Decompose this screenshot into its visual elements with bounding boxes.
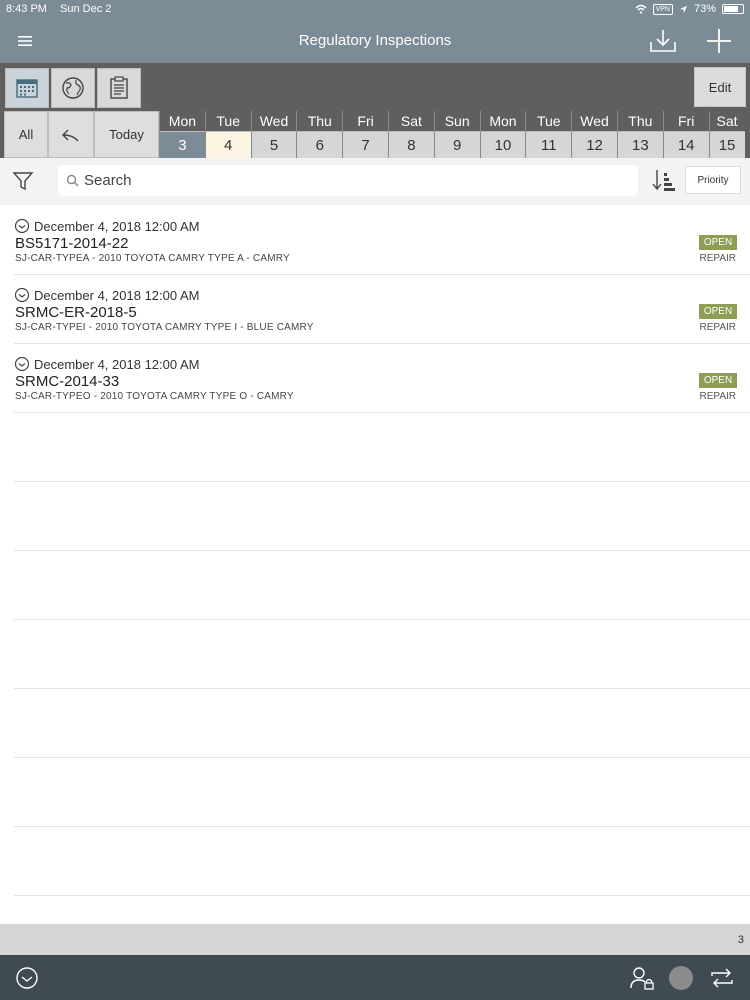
list-view-button[interactable] [97,68,141,108]
day-cell[interactable]: Mon 10 [479,111,526,158]
back-button[interactable] [48,111,94,158]
filter-icon [12,172,34,191]
day-cell[interactable]: Thu 6 [296,111,343,158]
list-item[interactable]: December 4, 2018 12:00 AM BS5171-2014-22… [14,206,750,275]
plus-icon [707,29,731,53]
empty-row [14,482,750,551]
user-lock-icon [630,967,654,990]
add-inspection-button[interactable] [702,26,736,56]
inspection-description: SJ-CAR-TYPEI - 2010 TOYOTA CAMRY TYPE I … [15,322,314,333]
sync-button[interactable] [708,964,736,992]
empty-row [14,689,750,758]
search-placeholder: Search [84,172,132,189]
day-cell[interactable]: Tue 4 [204,111,251,158]
day-picker: Mon 3 Tue 4 Wed 5 Thu 6 Fri 7 Sat 8 Sun 9 Mon 10… [159,111,745,158]
status-bar: 8:43 PM Sun Dec 2 VPN 73% [0,0,750,20]
battery-percent: 73% [693,3,716,15]
inspection-list: December 4, 2018 12:00 AM BS5171-2014-22… [0,206,750,896]
count-bar: 3 [0,924,750,955]
clock-icon [16,967,38,989]
filter-button[interactable] [12,170,34,197]
list-item[interactable]: December 4, 2018 12:00 AM SRMC-2014-33 S… [14,344,750,413]
day-cell[interactable]: Mon 3 [159,111,205,158]
calendar-view-button[interactable] [5,68,49,108]
edit-button[interactable]: Edit [694,67,746,107]
battery-icon [722,4,744,14]
inspection-type: REPAIR [699,391,737,402]
status-time: 8:43 PM [6,3,47,15]
sort-descending-icon [652,170,675,191]
empty-row [14,827,750,896]
day-cell[interactable]: Sat 8 [387,111,434,158]
record-count: 3 [737,934,744,946]
back-arrow-icon [62,129,79,141]
status-badge: OPEN [699,235,737,250]
schedule-button[interactable] [13,964,41,992]
day-cell[interactable]: Fri 7 [342,111,388,158]
all-dates-button[interactable]: All [4,111,48,158]
search-input[interactable]: Search [58,165,638,196]
status-date: Sun Dec 2 [60,3,112,15]
view-toolbar: Edit [0,63,750,111]
list-item[interactable]: December 4, 2018 12:00 AM SRMC-ER-2018-5… [14,275,750,344]
sync-icon [711,968,733,988]
day-cell[interactable]: Wed 12 [571,111,617,158]
calendar-icon [16,79,38,98]
page-title: Regulatory Inspections [298,32,452,49]
status-badge: OPEN [699,304,737,319]
clipboard-icon [110,76,128,99]
today-button[interactable]: Today [94,111,159,158]
bottom-toolbar [0,955,750,1000]
day-cell[interactable]: Wed 5 [250,111,297,158]
globe-icon [62,77,84,99]
day-cell[interactable]: Fri 14 [662,111,709,158]
inspection-date: December 4, 2018 12:00 AM [34,218,200,234]
search-bar: Search Priority [0,158,750,205]
sort-direction-button[interactable] [652,168,678,197]
inspection-type: REPAIR [699,322,737,333]
inspection-id: SRMC-ER-2018-5 [15,304,137,321]
inspection-id: SRMC-2014-33 [15,373,120,390]
clock-icon [14,218,30,234]
inspection-date: December 4, 2018 12:00 AM [34,287,200,303]
inspection-id: BS5171-2014-22 [15,235,129,252]
inspection-description: SJ-CAR-TYPEA - 2010 TOYOTA CAMRY TYPE A … [15,253,290,264]
sort-field-button[interactable]: Priority [685,166,741,194]
wifi-icon [635,4,647,14]
clock-icon [14,356,30,372]
avatar[interactable] [669,966,693,990]
date-strip: All Today Mon 3 Tue 4 Wed 5 Thu 6 Fri 7 Sat 8 … [0,111,750,158]
day-cell[interactable]: Sat 15 [708,111,745,158]
empty-row [14,758,750,827]
empty-row [14,620,750,689]
inspection-type: REPAIR [699,253,737,264]
download-icon [650,30,676,52]
day-cell[interactable]: Thu 13 [616,111,663,158]
download-button[interactable] [646,26,680,56]
navigation-bar: Regulatory Inspections [0,20,750,63]
empty-row [14,551,750,620]
empty-row [14,413,750,482]
status-badge: OPEN [699,373,737,388]
vpn-badge: VPN [652,3,673,15]
clock-icon [14,287,30,303]
map-view-button[interactable] [51,68,95,108]
search-icon [66,174,79,187]
user-profile-button[interactable] [628,964,656,992]
inspection-description: SJ-CAR-TYPEO - 2010 TOYOTA CAMRY TYPE O … [15,391,294,402]
location-arrow-icon [679,5,688,13]
day-cell[interactable]: Tue 11 [525,111,572,158]
day-cell[interactable]: Sun 9 [433,111,480,158]
inspection-date: December 4, 2018 12:00 AM [34,356,200,372]
